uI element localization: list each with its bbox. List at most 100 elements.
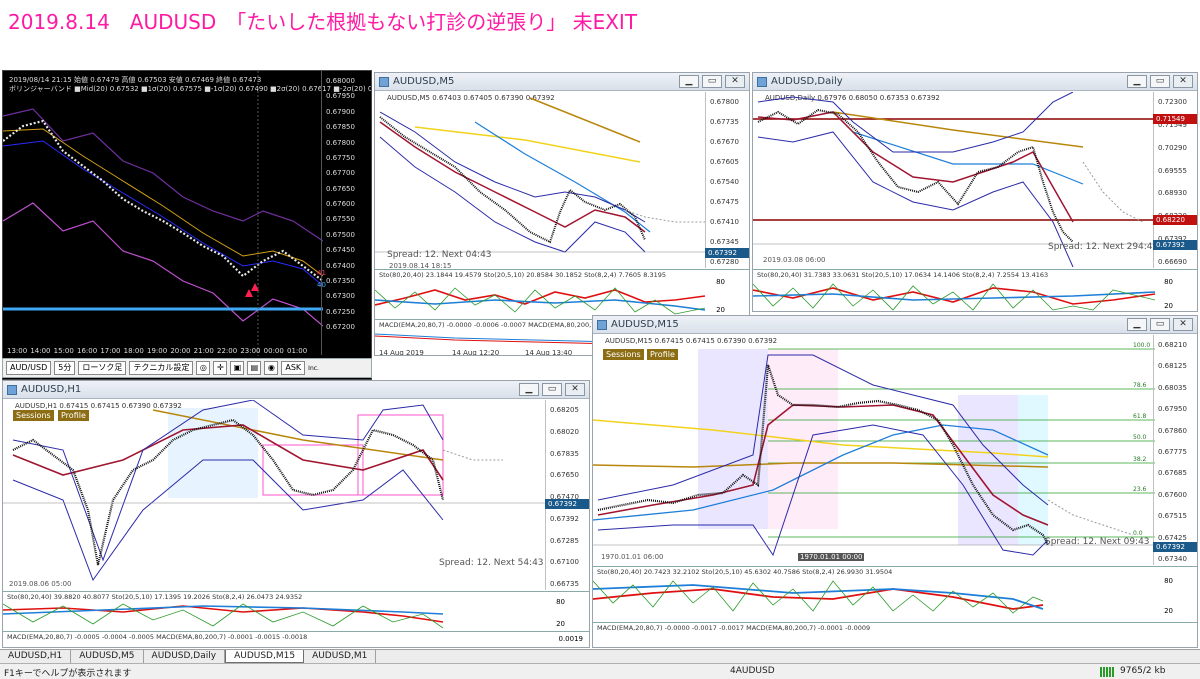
dark-price-label-6: 0.67700 [326, 169, 355, 178]
m15-price-label-6: 0.67685 [1158, 469, 1187, 478]
h1-price-label-7: 0.67100 [550, 558, 579, 567]
h1-macd-label: MACD(EMA,20,80,7) -0.0005 -0.0004 -0.000… [7, 633, 308, 641]
minimize-button[interactable]: ▁ [519, 383, 539, 396]
m15-price-label-2: 0.68035 [1158, 383, 1187, 392]
m15-price-label-9: 0.67425 [1158, 533, 1187, 542]
minimize-button[interactable]: ▁ [1127, 75, 1147, 88]
m15-fib-5: 23.6 [1133, 486, 1147, 493]
h1-price-label-5: 0.67392 [550, 514, 579, 523]
symbol-select[interactable]: AUD/USD [6, 361, 52, 375]
m15-fib-4: 38.2 [1133, 456, 1147, 463]
close-button[interactable]: ✕ [725, 75, 745, 88]
window-h1-titlebar[interactable]: AUDUSD,H1 ▁ ▭ ✕ [3, 381, 589, 399]
m15-stoch-80: 80 [1164, 577, 1173, 585]
dark-time-axis: 13:00 14:00 15:00 16:00 17:00 18:00 19:00 20:00… [3, 347, 323, 357]
crosshair-icon[interactable]: ✛ [213, 361, 228, 375]
m15-current-tag: 0.67392 [1153, 542, 1197, 552]
window-h1: AUDUSD,H1 ▁ ▭ ✕ AUDUSD,H1 0.67415 0.6741… [2, 380, 590, 648]
m15-macd-pane[interactable]: MACD(EMA,20,80,7) -0.0000 -0.0017 -0.001… [593, 622, 1197, 647]
h1-price-axis: 0.68205 0.68020 0.67835 0.67650 0.67470 0.673… [545, 400, 589, 590]
daily-price-label-3: 0.69555 [1158, 166, 1187, 175]
window-daily-titlebar[interactable]: AUDUSD,Daily ▁ ▭ ✕ [753, 73, 1197, 91]
maximize-button[interactable]: ▭ [1150, 75, 1170, 88]
daily-date-label: 2019.03.08 06:00 [763, 256, 826, 264]
dark-time-label-6: 19:00 [147, 347, 168, 355]
maximize-button[interactable]: ▭ [702, 75, 722, 88]
m15-date-label-2: 1970.01.01 00:00 [798, 553, 865, 561]
dark-time-label-4: 17:00 [100, 347, 121, 355]
m5-price-label-7: 0.67345 [710, 238, 739, 246]
maximize-button[interactable]: ▭ [1150, 318, 1170, 331]
window-m5-titlebar[interactable]: AUDUSD,M5 ▁ ▭ ✕ [375, 73, 749, 91]
m5-time-label-1: 14 Aug 12:20 [452, 349, 500, 356]
m15-stoch-pane[interactable]: Sto(80,20,40) 20.7423 32.2102 Sto(20,5,1… [593, 566, 1197, 622]
m5-price-axis: 0.67800 0.67735 0.67670 0.67605 0.67540 0.674… [705, 92, 749, 268]
print-icon[interactable]: ▤ [247, 361, 262, 375]
daily-tag-1: 0.71549 [1153, 114, 1197, 124]
draw-icon[interactable]: ◎ [196, 361, 211, 375]
m15-price-label-7: 0.67600 [1158, 490, 1187, 499]
status-traffic: 9765/2 kb [1120, 666, 1166, 676]
tab-audusd-h1[interactable]: AUDUSD,H1 [0, 650, 72, 663]
window-daily: AUDUSD,Daily ▁ ▭ ✕ AUDUSD,Daily 0.67976 … [752, 72, 1198, 312]
m5-time-label-0: 14 Aug 2019 [379, 349, 424, 356]
h1-stoch-20: 20 [556, 620, 565, 628]
m5-price-label-0: 0.67800 [710, 98, 739, 106]
tab-audusd-m15[interactable]: AUDUSD,M15 [225, 650, 305, 663]
chart-icon [597, 320, 607, 330]
period-select[interactable]: 5分 [54, 361, 76, 375]
dark-chart-plot[interactable] [3, 71, 323, 356]
close-button[interactable]: ✕ [565, 383, 585, 396]
m5-spread: Spread: 12. Next 04:43 [387, 250, 492, 260]
minimize-button[interactable]: ▁ [1127, 318, 1147, 331]
h1-price-label-8: 0.66735 [550, 580, 579, 588]
m15-price-label-5: 0.67775 [1158, 448, 1187, 456]
daily-current-tag: 0.67392 [1153, 240, 1197, 250]
dark-time-label-11: 00:00 [263, 347, 284, 355]
tech-settings-button[interactable]: テクニカル設定 [129, 361, 194, 375]
dark-time-label-3: 16:00 [77, 347, 98, 355]
dark-price-label-4: 0.67800 [326, 138, 355, 147]
chart-type-select[interactable]: ローソク足 [78, 361, 127, 375]
daily-stoch-pane[interactable]: Sto(80,20,40) 31.7383 33.0631 Sto(20,5,1… [753, 269, 1197, 311]
window-m15-title: AUDUSD,M15 [611, 319, 679, 330]
status-help: F1キーでヘルプが表示されます [4, 669, 132, 679]
close-button[interactable]: ✕ [1173, 318, 1193, 331]
h1-macd-pane[interactable]: MACD(EMA,20,80,7) -0.0005 -0.0004 -0.000… [3, 631, 589, 647]
m5-main-chart[interactable]: AUDUSD,M5 0.67403 0.67405 0.67390 0.6739… [375, 92, 749, 270]
daily-stoch-20: 20 [1164, 302, 1173, 310]
h1-main-chart[interactable]: AUDUSD,H1 0.67415 0.67415 0.67390 0.6739… [3, 400, 589, 590]
dark-price-label-0: 0.68000 [326, 77, 355, 85]
m15-price-label-1: 0.68125 [1158, 362, 1187, 371]
camera-icon[interactable]: ◉ [264, 361, 279, 375]
maximize-button[interactable]: ▭ [542, 383, 562, 396]
m5-stoch-20: 20 [716, 306, 725, 314]
h1-stoch-pane[interactable]: Sto(80,20,40) 39.8820 40.8077 Sto(20,5,1… [3, 591, 589, 631]
tab-audusd-daily[interactable]: AUDUSD,Daily [144, 650, 226, 663]
m5-stoch-pane[interactable]: Sto(80,20,40) 23.1844 19.4579 Sto(20,5,1… [375, 269, 749, 319]
tab-audusd-m1[interactable]: AUDUSD,M1 [304, 650, 377, 663]
h1-stoch-80: 80 [556, 598, 565, 606]
screen: 2019.8.14 AUDUSD 「たいした根拠もない打診の逆張り」 未EXIT… [0, 0, 1200, 679]
close-button[interactable]: ✕ [1173, 75, 1193, 88]
minimize-button[interactable]: ▁ [679, 75, 699, 88]
dark-price-label-7: 0.67650 [326, 184, 355, 193]
dark-price-label-14: 0.67300 [326, 292, 355, 301]
ask-select[interactable]: ASK [281, 361, 306, 375]
h1-macd-level: 0.0019 [558, 635, 584, 643]
m5-price-label-3: 0.67605 [710, 158, 739, 166]
window-m15-titlebar[interactable]: AUDUSD,M15 ▁ ▭ ✕ [593, 316, 1197, 334]
dark-time-label-9: 22:00 [217, 347, 238, 355]
tab-audusd-m5[interactable]: AUDUSD,M5 [71, 650, 144, 663]
chart-tabs: AUDUSD,H1 AUDUSD,M5 AUDUSD,Daily AUDUSD,M15… [0, 649, 1200, 663]
dark-time-label-5: 18:00 [123, 347, 144, 355]
m15-main-chart[interactable]: AUDUSD,M15 0.67415 0.67415 0.67390 0.673… [593, 335, 1197, 565]
lock-icon[interactable]: ▣ [230, 361, 245, 375]
m15-date-label-1: 1970.01.01 06:00 [601, 553, 664, 561]
status-bar: F1キーでヘルプが表示されます 4AUDUSD 9765/2 kb [0, 663, 1200, 679]
daily-main-chart[interactable]: AUDUSD,Daily 0.67976 0.68050 0.67353 0.6… [753, 92, 1197, 268]
m15-price-label-10: 0.67340 [1158, 555, 1187, 563]
m15-fib-3: 50.0 [1133, 434, 1147, 441]
m15-fib-1: 78.6 [1133, 382, 1147, 389]
dark-price-label-1: 0.67950 [326, 92, 355, 101]
